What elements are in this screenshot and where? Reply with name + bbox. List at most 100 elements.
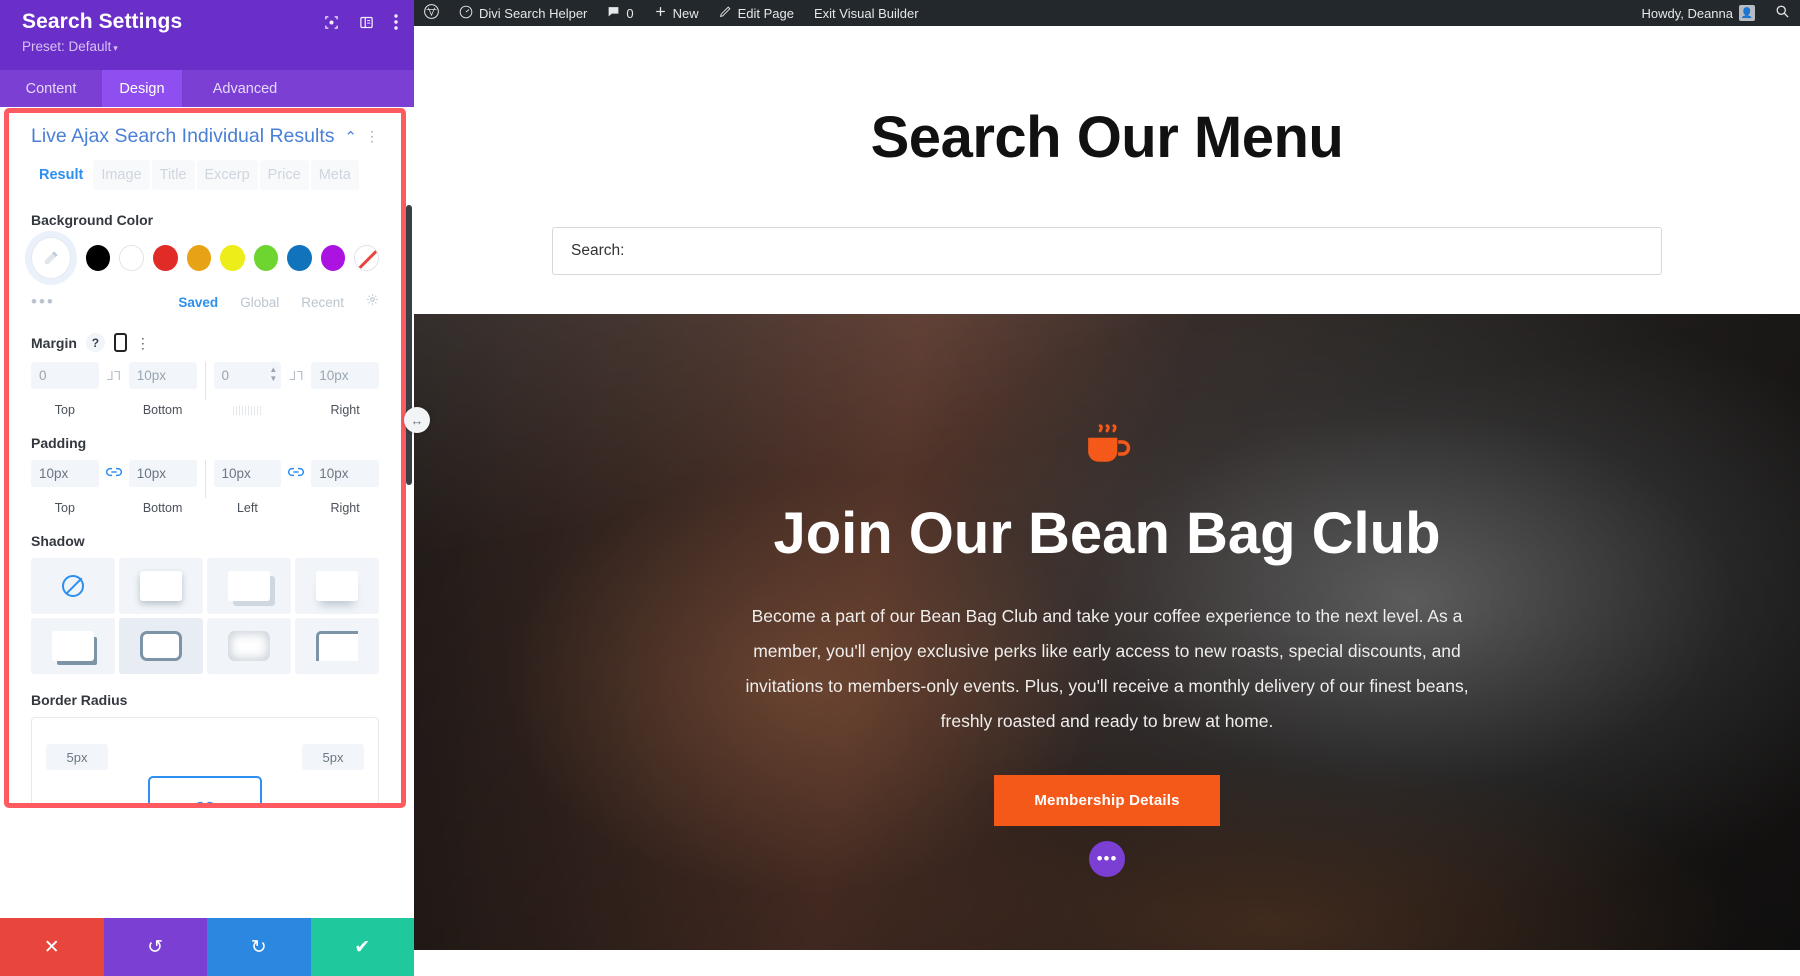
palette-saved[interactable]: Saved <box>178 295 218 310</box>
margin-left-input[interactable]: 0 ▲ ▼ <box>213 362 282 389</box>
wp-logo-menu[interactable] <box>414 0 449 26</box>
swatch-transparent[interactable] <box>354 245 380 271</box>
padding-right-label: Right <box>330 501 360 515</box>
subtab-image[interactable]: Image <box>93 160 150 190</box>
panel-scrollbar[interactable] <box>406 205 412 485</box>
margin-inputs-row: 0 ᒧᒣ 10px 0 ▲ ▼ ᒧᒣ 10px <box>31 362 379 400</box>
layout-icon[interactable] <box>359 15 374 30</box>
save-button[interactable]: ✔ <box>310 918 414 976</box>
kebab-menu-icon[interactable] <box>394 14 398 30</box>
tab-content[interactable]: Content <box>0 70 102 107</box>
color-picker-button[interactable] <box>31 237 71 279</box>
subtab-meta[interactable]: Meta <box>310 160 359 190</box>
comments-menu[interactable]: 0 <box>597 0 643 26</box>
margin-link-left-icon[interactable]: ᒧᒣ <box>99 369 129 383</box>
settings-toggle-highlight: Live Ajax Search Individual Results ⌃ ⋮ … <box>4 108 406 808</box>
page-title: Search Our Menu <box>870 105 1344 170</box>
preset-selector[interactable]: Preset: Default ▾ <box>22 39 396 54</box>
target-icon[interactable] <box>324 15 339 30</box>
shadow-option-1[interactable] <box>119 558 203 614</box>
settings-panel: Search Settings Preset: Default ▾ Content… <box>0 0 414 976</box>
margin-right-input[interactable]: 10px <box>311 362 379 389</box>
shadow-option-none[interactable] <box>31 558 115 614</box>
padding-link-left-icon[interactable] <box>99 466 129 481</box>
toggle-kebab-icon[interactable]: ⋮ <box>365 128 379 145</box>
palette-more-icon[interactable]: ••• <box>31 293 55 310</box>
swatch-red[interactable] <box>153 245 178 271</box>
margin-top-input[interactable]: 0 <box>31 362 99 389</box>
cancel-button[interactable]: ✕ <box>0 918 104 976</box>
shadow-option-2[interactable] <box>207 558 291 614</box>
redo-button[interactable]: ↻ <box>207 918 311 976</box>
swatch-white[interactable] <box>119 245 145 271</box>
padding-left-input[interactable]: 10px <box>213 460 282 487</box>
margin-slider-ticks[interactable] <box>214 405 282 415</box>
gear-icon[interactable] <box>366 293 379 311</box>
shadow-option-5[interactable] <box>119 618 203 674</box>
shadow-option-3[interactable] <box>295 558 379 614</box>
howdy-user-menu[interactable]: Howdy, Deanna 👤 <box>1631 0 1765 26</box>
radius-top-left-input[interactable]: 5px <box>46 744 108 770</box>
chevron-up-icon[interactable]: ⌃ <box>344 128 357 146</box>
dashboard-icon <box>459 5 473 22</box>
margin-left-stepper[interactable]: ▲ ▼ <box>269 366 277 383</box>
shadow-option-6[interactable] <box>207 618 291 674</box>
wordpress-logo-icon <box>424 3 439 23</box>
site-name-label: Divi Search Helper <box>479 5 588 21</box>
shadow-option-7[interactable] <box>295 618 379 674</box>
panel-action-bar: ✕ ↺ ↻ ✔ <box>0 918 414 976</box>
help-icon[interactable]: ? <box>85 333 105 352</box>
search-input[interactable]: Search: <box>552 227 1662 275</box>
swatch-orange[interactable] <box>186 245 212 271</box>
admin-search-button[interactable] <box>1765 0 1800 26</box>
padding-right-input[interactable]: 10px <box>311 460 379 487</box>
radius-link-preview[interactable] <box>148 776 262 803</box>
margin-labels-left: Top Bottom <box>31 403 197 417</box>
padding-top-input[interactable]: 10px <box>31 460 99 487</box>
tab-advanced[interactable]: Advanced <box>182 70 308 107</box>
module-options-fab[interactable]: ••• <box>1089 841 1125 877</box>
swatch-yellow[interactable] <box>220 245 245 271</box>
search-icon <box>1775 4 1790 22</box>
border-radius-label: Border Radius <box>31 692 128 708</box>
palette-global[interactable]: Global <box>240 295 279 310</box>
site-name-menu[interactable]: Divi Search Helper <box>449 0 597 26</box>
wp-admin-bar: Divi Search Helper 0 New Edit Page Exit … <box>414 0 1800 26</box>
site-preview: Search Our Menu Search: Join Our Bean Ba… <box>414 26 1800 976</box>
subtab-result[interactable]: Result <box>31 160 92 190</box>
edit-page-link[interactable]: Edit Page <box>709 0 804 26</box>
subtab-title[interactable]: Title <box>151 160 195 190</box>
panel-resize-handle[interactable]: ↔ <box>404 407 430 433</box>
padding-link-right-icon[interactable] <box>281 466 311 481</box>
padding-labels-gap <box>197 501 214 515</box>
shadow-label: Shadow <box>31 533 85 549</box>
toggle-header[interactable]: Live Ajax Search Individual Results ⌃ ⋮ <box>31 113 379 156</box>
margin-kebab-icon[interactable]: ⋮ <box>136 336 150 350</box>
shadow-option-4[interactable] <box>31 618 115 674</box>
swatch-purple[interactable] <box>320 245 346 271</box>
new-content-menu[interactable]: New <box>644 0 709 26</box>
radius-top-right-input[interactable]: 5px <box>302 744 364 770</box>
exit-visual-builder-link[interactable]: Exit Visual Builder <box>804 0 929 26</box>
margin-link-right-icon[interactable]: ᒧᒣ <box>281 369 311 383</box>
shadow-options-grid <box>31 558 379 674</box>
swatch-black[interactable] <box>85 245 111 271</box>
hero-section: Join Our Bean Bag Club Become a part of … <box>414 314 1800 950</box>
swatch-green[interactable] <box>253 245 279 271</box>
color-swatch-row <box>31 237 380 279</box>
exit-builder-label: Exit Visual Builder <box>814 5 919 21</box>
membership-details-button[interactable]: Membership Details <box>994 775 1220 826</box>
palette-recent[interactable]: Recent <box>301 295 344 310</box>
mobile-icon[interactable] <box>113 333 127 352</box>
margin-bottom-input[interactable]: 10px <box>128 362 197 389</box>
swatch-blue[interactable] <box>287 245 312 271</box>
padding-bottom-input[interactable]: 10px <box>128 460 197 487</box>
tab-design[interactable]: Design <box>102 70 182 107</box>
margin-right-label: Right <box>330 403 360 417</box>
margin-header: Margin ? ⋮ <box>31 333 379 352</box>
undo-button[interactable]: ↺ <box>103 918 207 976</box>
subtab-price[interactable]: Price <box>259 160 309 190</box>
subtab-excerpt[interactable]: Excerp <box>196 160 258 190</box>
padding-top-bottom: 10px 10px <box>31 460 197 487</box>
app-root: Divi Search Helper 0 New Edit Page Exit … <box>0 0 1800 976</box>
